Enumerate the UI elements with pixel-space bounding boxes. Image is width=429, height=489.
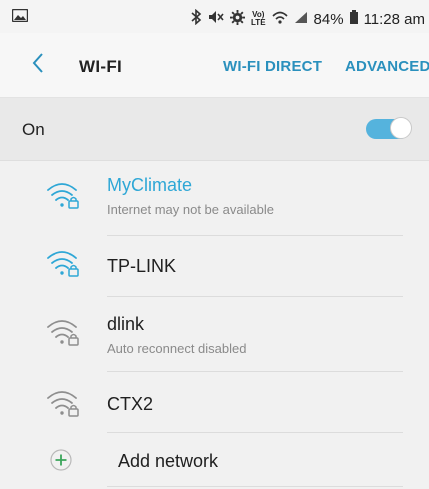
gear-icon — [230, 9, 246, 29]
app-bar: WI-FI WI-FI DIRECT ADVANCED — [0, 33, 429, 98]
network-name: MyClimate — [107, 175, 193, 195]
wifi-switch[interactable] — [366, 117, 412, 139]
network-item-tp-link[interactable]: TP-LINK — [0, 236, 429, 294]
wifi-locked-icon — [46, 389, 82, 424]
toggle-label: On — [22, 120, 45, 139]
status-bar: Vo) LTE 84% 11:28 am — [0, 0, 429, 33]
network-item-ctx2[interactable]: CTX2 — [0, 372, 429, 430]
wifi-direct-button[interactable]: WI-FI DIRECT — [223, 58, 322, 75]
network-status: Internet may not be available — [107, 202, 274, 217]
add-network-button[interactable]: Add network — [0, 433, 429, 489]
advanced-button[interactable]: ADVANCED — [345, 58, 429, 75]
network-item-myclimate[interactable]: MyClimate Internet may not be available — [0, 175, 429, 233]
battery-icon — [349, 10, 358, 28]
wifi-toggle-row[interactable]: On — [0, 98, 429, 161]
network-name: dlink — [107, 314, 145, 334]
switch-knob — [390, 117, 412, 139]
network-item-dlink[interactable]: dlink Auto reconnect disabled — [0, 297, 429, 369]
network-name: CTX2 — [107, 394, 154, 414]
lte-label: LTE — [251, 18, 266, 27]
add-network-label: Add network — [118, 451, 219, 471]
wifi-locked-icon — [46, 249, 82, 284]
wifi-signal-icon — [271, 11, 288, 28]
image-notification-icon — [11, 8, 29, 26]
bluetooth-icon — [190, 8, 202, 29]
battery-percent: 84% — [313, 10, 344, 28]
wifi-locked-icon — [46, 318, 82, 353]
status-icons: Vo) LTE 84% 11:28 am — [190, 8, 425, 29]
page-title: WI-FI — [79, 57, 123, 76]
plus-icon — [50, 449, 72, 476]
mute-icon — [208, 10, 224, 28]
back-button[interactable] — [32, 52, 44, 79]
network-status: Auto reconnect disabled — [107, 341, 247, 356]
wifi-locked-icon — [46, 181, 82, 216]
clock-time: 11:28 am — [363, 10, 425, 28]
volte-lte-icon: Vo) LTE — [251, 11, 266, 27]
cell-signal-icon — [294, 11, 308, 28]
network-name: TP-LINK — [107, 256, 177, 276]
chevron-left-icon — [32, 53, 44, 78]
divider — [107, 486, 403, 487]
